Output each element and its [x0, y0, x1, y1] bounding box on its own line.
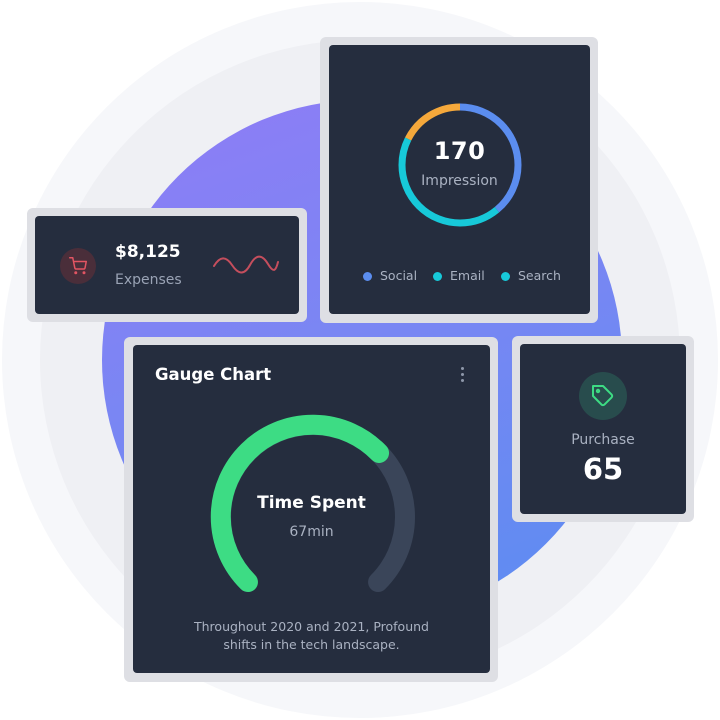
legend-dot-social [363, 272, 372, 281]
kebab-menu-icon[interactable] [459, 367, 465, 385]
expenses-value: $8,125 [115, 242, 181, 262]
impression-card: 170 Impression Social Email Search [329, 45, 590, 314]
purchase-label: Purchase [571, 432, 635, 448]
legend-item-search: Search [501, 268, 561, 283]
purchase-value: 65 [582, 452, 624, 486]
expenses-icon-badge [60, 248, 96, 284]
impression-label: Impression [421, 173, 498, 189]
legend-label-email: Email [450, 268, 485, 283]
expenses-card: $8,125 Expenses [35, 216, 299, 314]
gauge-title: Gauge Chart [155, 365, 272, 384]
gauge-description-line-2: shifts in the tech landscape. [223, 637, 400, 652]
legend-item-email: Email [433, 268, 485, 283]
expenses-label: Expenses [115, 272, 182, 288]
legend-item-social: Social [363, 268, 417, 283]
gauge-description-line-1: Throughout 2020 and 2021, Profound [194, 619, 429, 634]
shopping-cart-icon [69, 257, 87, 275]
legend-label-social: Social [380, 268, 418, 283]
purchase-icon-badge [579, 372, 627, 420]
gauge-value: 67min [289, 524, 334, 540]
purchase-card: Purchase 65 [520, 344, 686, 514]
legend-label-search: Search [518, 268, 561, 283]
expenses-wave-sparkline [213, 255, 279, 274]
gauge-label: Time Spent [257, 493, 366, 513]
legend-dot-search [501, 272, 510, 281]
legend-dot-email [433, 272, 442, 281]
gauge-description: Throughout 2020 and 2021, Profound shift… [173, 618, 450, 654]
price-tag-icon [592, 385, 614, 407]
impression-donut-chart [398, 103, 522, 227]
gauge-card: Gauge Chart Time Spent 67min Throughout … [133, 345, 490, 673]
impression-value: 170 [433, 137, 486, 165]
